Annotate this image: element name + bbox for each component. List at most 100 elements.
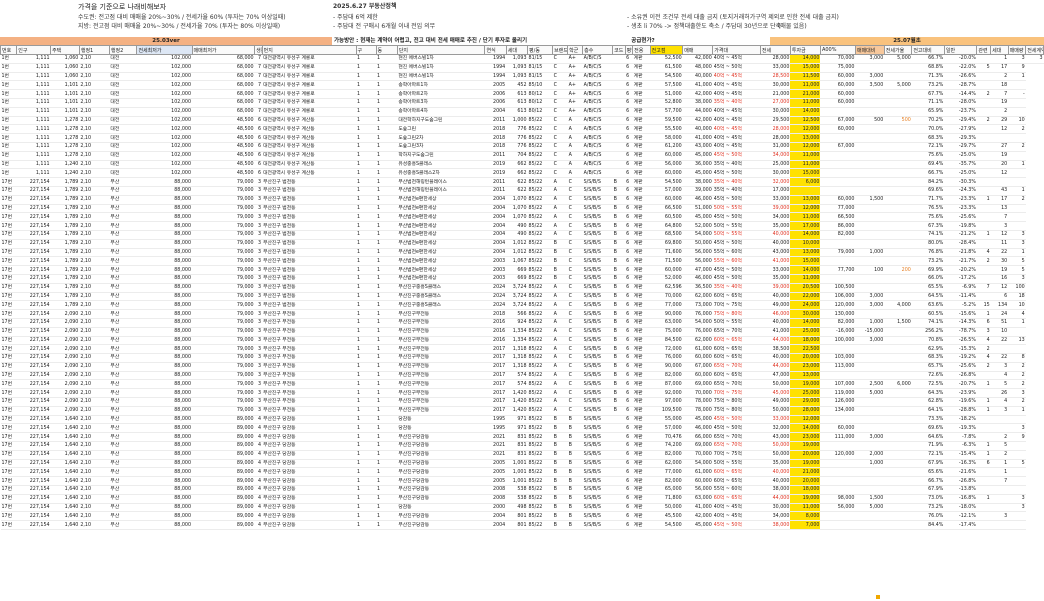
column-header[interactable]: 구 [355,45,377,55]
table-cell[interactable] [976,520,991,531]
table-cell[interactable]: 40,000 [760,292,791,302]
table-cell[interactable]: 1 [356,476,377,487]
table-cell[interactable]: -20.7% [944,379,977,390]
table-cell[interactable]: 1 [356,195,377,205]
table-cell[interactable] [884,511,912,522]
table-cell[interactable]: 대전학하지구도숲그린 [397,116,485,126]
table-cell[interactable]: 65억 ~ 70억 [712,379,761,390]
table-cell[interactable] [855,186,885,196]
table-cell[interactable]: 1 [376,415,398,425]
table-cell[interactable]: 3 [254,221,263,231]
table-cell[interactable]: 3,724 [506,300,528,311]
table-cell[interactable] [976,98,991,108]
table-cell[interactable]: 부산 [109,388,137,399]
table-cell[interactable]: 7 [254,54,263,64]
table-cell[interactable]: 85/22 [527,212,553,223]
column-header[interactable]: 전고점 [649,45,684,55]
table-cell[interactable] [976,265,991,275]
table-cell[interactable]: 2,10 [79,283,110,293]
table-cell[interactable]: 801 [506,511,528,522]
table-cell[interactable] [976,388,991,399]
table-cell[interactable]: A [552,336,568,346]
table-cell[interactable]: 227,154 [16,432,51,443]
column-header[interactable]: 전세가율 [883,45,913,55]
table-cell[interactable]: 1,111 [16,107,51,117]
table-cell[interactable]: 17번 [0,371,17,381]
table-cell[interactable]: 3 [1008,423,1026,434]
table-cell[interactable]: 대전 [109,89,137,99]
table-cell[interactable]: 88,000 [136,283,193,293]
table-cell[interactable]: 227,154 [16,397,51,407]
table-cell[interactable]: B [552,256,568,267]
table-cell[interactable]: 부산 [109,336,137,346]
table-cell[interactable]: 12,000 [790,124,821,135]
table-cell[interactable]: 100,500 [820,283,856,293]
table-cell[interactable]: 2024 [484,300,507,311]
table-cell[interactable]: 2,10 [79,142,110,152]
table-cell[interactable]: 2,090 [50,344,80,355]
table-cell[interactable]: 1 [356,98,377,108]
table-cell[interactable]: C [567,195,583,205]
table-cell[interactable]: 88,000 [136,239,193,249]
table-cell[interactable]: S/S/B/S [582,212,613,223]
table-cell[interactable]: 부산진구 부전동 [262,344,357,355]
table-cell[interactable]: 부산 [109,195,137,205]
table-cell[interactable]: 3,000 [855,336,885,346]
table-cell[interactable]: 1 [356,423,377,434]
table-cell[interactable]: 부산진구 부전동 [262,371,357,381]
table-cell[interactable]: -14.4% [944,89,977,99]
table-cell[interactable]: -15.3% [944,344,977,355]
table-cell[interactable]: 2,090 [50,379,80,390]
table-cell[interactable]: 2008 [484,485,507,495]
table-cell[interactable]: C [552,54,568,64]
table-cell[interactable]: 79,000 [192,283,255,293]
table-cell[interactable]: 1,640 [50,467,80,478]
table-cell[interactable]: 계판 [632,327,651,337]
table-cell[interactable]: 2,10 [79,432,110,443]
table-cell[interactable]: 227,154 [16,485,51,495]
table-cell[interactable]: B [612,248,626,258]
table-cell[interactable]: S/S/B/S [582,186,613,196]
table-cell[interactable] [976,160,991,170]
table-cell[interactable]: 82,000 [820,318,856,328]
table-cell[interactable]: 1,640 [50,520,80,531]
table-cell[interactable]: S/S/B/S [582,476,613,487]
column-header[interactable]: 행정1 [78,45,110,55]
table-cell[interactable]: 2016 [484,327,507,337]
table-cell[interactable]: 6 [625,520,633,531]
table-cell[interactable]: 42,000 [682,511,713,522]
table-cell[interactable]: 6 [254,142,263,152]
table-cell[interactable]: 102,000 [136,168,193,179]
table-cell[interactable]: 3,724 [506,283,528,293]
table-cell[interactable]: 78,000 [682,397,713,407]
table-cell[interactable]: 6 [625,511,633,522]
table-cell[interactable]: 부산진구 당감동 [262,503,357,513]
table-cell[interactable]: S/S/B/S [582,406,613,416]
table-cell[interactable]: 63,000 [650,318,683,328]
table-cell[interactable]: 68,000 [192,72,255,82]
table-cell[interactable] [820,441,856,451]
table-cell[interactable]: 56,000 [650,160,683,170]
table-cell[interactable]: 36,500 [682,283,713,293]
table-cell[interactable]: 85/22 [527,511,553,522]
table-cell[interactable]: 계판 [632,467,651,478]
table-cell[interactable]: C [567,212,583,223]
table-cell[interactable]: 3 [1008,54,1026,64]
table-cell[interactable] [884,204,912,214]
table-cell[interactable]: 60,000 [820,80,856,91]
table-cell[interactable]: 72.1% [911,450,945,460]
table-cell[interactable]: 계판 [632,221,651,231]
table-cell[interactable]: 2021 [484,441,507,451]
table-cell[interactable]: 1 [376,54,398,64]
table-cell[interactable]: 6 [625,107,633,117]
table-cell[interactable]: 1,640 [50,432,80,443]
column-header[interactable]: 전용 [632,45,651,55]
table-cell[interactable]: B [567,494,583,504]
table-cell[interactable]: 88,000 [136,476,193,487]
table-cell[interactable]: 17번 [0,476,17,487]
table-cell[interactable]: 22 [990,248,1009,258]
table-cell[interactable]: 68.8% [911,63,945,73]
table-cell[interactable]: 85/22 [527,248,553,258]
table-cell[interactable]: 50,000 [760,379,791,390]
table-cell[interactable]: 6 [625,353,633,363]
